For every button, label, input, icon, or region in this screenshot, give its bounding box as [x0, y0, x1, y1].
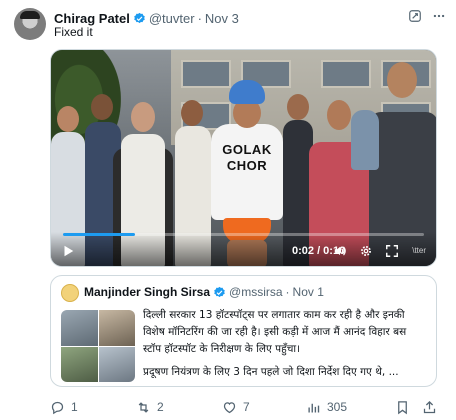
- verified-badge-icon: [214, 286, 225, 297]
- tweet-header: Chirag Patel @tuvter · Nov 3: [54, 9, 446, 27]
- action-bar: 1 2 7 305: [50, 398, 440, 416]
- author-avatar[interactable]: [14, 8, 46, 40]
- header-icons: [408, 9, 446, 23]
- quoted-photo: [61, 310, 98, 346]
- video-watermark: \tter: [412, 246, 426, 255]
- video-shirt-text: GOLAK CHOR: [217, 142, 277, 174]
- video-player[interactable]: GOLAK CHOR 0:02 / 0:10 \tter: [50, 49, 437, 267]
- play-icon[interactable]: [61, 244, 75, 258]
- reply-button[interactable]: 1: [50, 400, 78, 415]
- tweet[interactable]: Chirag Patel @tuvter · Nov 3 Fixed it GO…: [0, 0, 456, 420]
- like-icon: [223, 401, 236, 413]
- reply-icon: [51, 401, 64, 414]
- tweet-date[interactable]: Nov 3: [205, 11, 239, 26]
- quoted-photo: [98, 310, 135, 346]
- video-subject-turban: [229, 80, 265, 104]
- video-progress-bar[interactable]: [63, 233, 424, 236]
- repost-button[interactable]: 2: [136, 400, 164, 415]
- bookmark-button[interactable]: [395, 400, 410, 415]
- like-count: 7: [243, 400, 250, 414]
- share-icon: [423, 400, 436, 413]
- quoted-author-avatar[interactable]: [61, 284, 79, 302]
- tweet-text: Fixed it: [54, 25, 93, 39]
- video-person: [351, 110, 379, 170]
- bookmark-icon: [398, 400, 407, 414]
- header-separator: ·: [197, 10, 202, 26]
- grok-icon[interactable]: [408, 9, 422, 23]
- fullscreen-icon[interactable]: [385, 244, 399, 258]
- quoted-text: दिल्ली सरकार 13 हॉटस्पॉट्स पर लगातार काम…: [143, 307, 424, 381]
- repost-icon: [138, 401, 149, 413]
- views-icon: [308, 403, 320, 412]
- shirt-text-line1: GOLAK: [222, 142, 272, 157]
- author-handle[interactable]: @tuvter: [149, 11, 195, 26]
- quoted-tweet[interactable]: Manjinder Singh Sirsa @mssirsa · Nov 1 द…: [50, 275, 437, 387]
- settings-icon[interactable]: [359, 244, 373, 258]
- quoted-author-handle[interactable]: @mssirsa: [229, 285, 283, 299]
- quoted-text-para2: प्रदूषण नियंत्रण के लिए 3 दिन पहले जो दि…: [143, 366, 399, 378]
- quoted-separator: ·: [285, 285, 290, 299]
- more-icon[interactable]: [432, 9, 446, 23]
- quoted-author-name[interactable]: Manjinder Singh Sirsa: [84, 285, 210, 299]
- share-button[interactable]: [422, 400, 437, 415]
- volume-icon[interactable]: [333, 244, 347, 258]
- repost-count: 2: [157, 400, 164, 414]
- quoted-media-thumbnail[interactable]: [61, 310, 135, 382]
- video-controls: [51, 232, 436, 266]
- quoted-tweet-header: Manjinder Singh Sirsa @mssirsa · Nov 1: [84, 285, 324, 299]
- reply-count: 1: [71, 400, 78, 414]
- quoted-date[interactable]: Nov 1: [293, 285, 324, 299]
- shirt-text-line2: CHOR: [226, 158, 268, 173]
- quoted-photo: [98, 346, 135, 382]
- like-button[interactable]: 7: [222, 400, 250, 415]
- quoted-text-para1: दिल्ली सरकार 13 हॉटस्पॉट्स पर लगातार काम…: [143, 309, 407, 355]
- quoted-photo: [61, 346, 98, 382]
- verified-badge-icon: [134, 12, 145, 23]
- views-button[interactable]: 305: [306, 400, 347, 415]
- views-count: 305: [327, 400, 348, 414]
- video-progress-fill: [63, 233, 136, 236]
- author-name[interactable]: Chirag Patel: [54, 11, 130, 26]
